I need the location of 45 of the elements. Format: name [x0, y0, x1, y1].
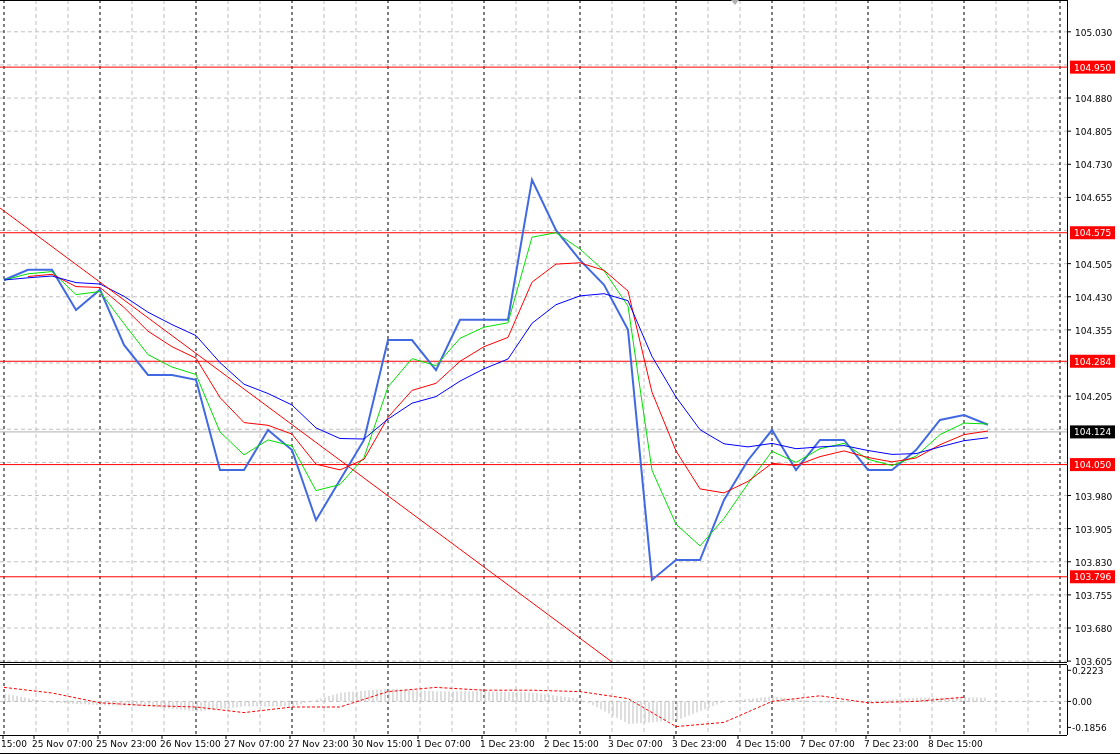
- time-label: 26 Nov 15:00: [160, 739, 221, 749]
- price-label: 104.880: [1075, 94, 1113, 105]
- shift-marker-icon: [731, 0, 739, 5]
- price-label: 103.605: [1075, 657, 1113, 668]
- price-label: 103.755: [1075, 590, 1113, 601]
- time-label: 15:00: [1, 739, 27, 749]
- time-label: 27 Nov 23:00: [288, 739, 349, 749]
- price-label: 104.505: [1075, 259, 1113, 270]
- price-label: 104.655: [1075, 193, 1113, 204]
- time-label: 7 Dec 07:00: [800, 739, 855, 749]
- price-label: 103.830: [1075, 557, 1113, 568]
- price-label: 103.680: [1075, 624, 1113, 634]
- price-tag: 104.124: [1070, 425, 1115, 439]
- ref-line-label: 104.284: [1074, 356, 1112, 367]
- price-label: 104.205: [1075, 392, 1113, 403]
- ref-line-label: 104.575: [1074, 228, 1112, 239]
- time-label: 3 Dec 07:00: [608, 739, 663, 749]
- price-tag: 104.050: [1070, 458, 1115, 472]
- price-label: 104.805: [1075, 127, 1113, 138]
- time-label: 1 Dec 23:00: [480, 739, 535, 749]
- time-label: 4 Dec 15:00: [736, 739, 791, 749]
- time-label: 3 Dec 23:00: [672, 739, 727, 749]
- indicator-scale-label: 0.2223: [1072, 666, 1104, 677]
- price-label: 105.030: [1075, 27, 1113, 38]
- ref-line-label: 104.124: [1074, 427, 1112, 438]
- time-label: 2 Dec 15:00: [544, 739, 599, 749]
- price-label: 104.355: [1075, 325, 1113, 336]
- time-label: 1 Dec 07:00: [416, 739, 471, 749]
- price-label: 104.730: [1075, 160, 1113, 171]
- indicator-scale-label: 0.00: [1072, 697, 1093, 708]
- ref-line-label: 104.050: [1074, 460, 1112, 471]
- time-label: 27 Nov 07:00: [224, 739, 285, 749]
- price-label: 103.980: [1075, 491, 1113, 502]
- price-tag: 103.796: [1070, 570, 1115, 584]
- time-label: 25 Nov 23:00: [96, 739, 157, 749]
- indicator-scale-label: -0.1856: [1072, 723, 1107, 734]
- price-label: 103.905: [1075, 524, 1113, 535]
- time-label: 7 Dec 23:00: [864, 739, 919, 749]
- price-label: 104.430: [1075, 292, 1113, 303]
- time-label: 25 Nov 07:00: [32, 739, 93, 749]
- price-tag: 104.575: [1070, 226, 1115, 240]
- ref-line-label: 104.950: [1074, 62, 1112, 73]
- ref-line-label: 103.796: [1074, 572, 1112, 583]
- time-label: 30 Nov 15:00: [352, 739, 413, 749]
- time-label: 8 Dec 15:00: [928, 739, 983, 749]
